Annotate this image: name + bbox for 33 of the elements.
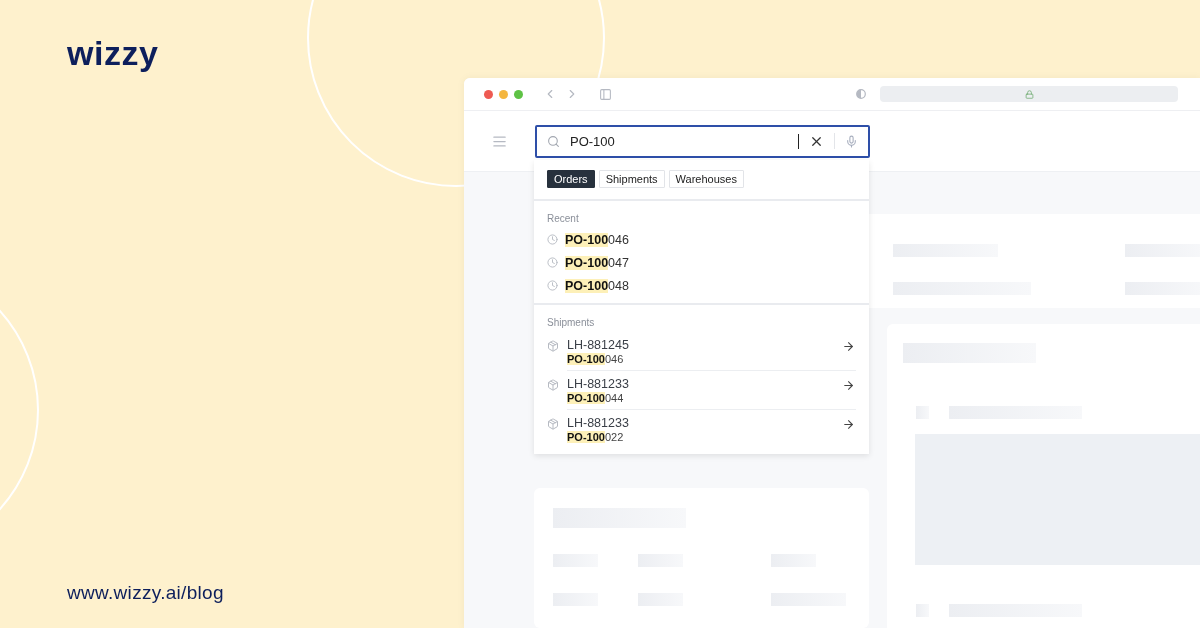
lock-icon [1024, 89, 1034, 99]
package-icon [547, 379, 559, 391]
order-number: PO-100046 [567, 353, 625, 365]
menu-icon[interactable] [492, 133, 507, 149]
search-value: PO-100 [570, 133, 799, 149]
shipment-id[interactable]: LH-881233 [567, 377, 835, 391]
sidebar-icon[interactable] [599, 87, 612, 101]
section-title: Shipments [547, 317, 596, 328]
arrow-right-icon[interactable] [842, 340, 855, 353]
order-number: PO-100022 [567, 431, 625, 443]
clock-icon [547, 257, 558, 268]
minimize-window-button[interactable] [499, 89, 508, 99]
clock-icon [547, 234, 558, 245]
arrow-right-icon[interactable] [842, 418, 855, 431]
order-number: PO-100044 [567, 392, 625, 404]
microphone-icon[interactable] [845, 134, 858, 148]
close-window-button[interactable] [484, 89, 493, 99]
search-field[interactable]: PO-100 [535, 124, 870, 158]
package-icon [547, 340, 559, 352]
maximize-window-button[interactable] [514, 89, 523, 99]
brand-logo: wizzy [67, 36, 159, 70]
shipment-id[interactable]: LH-881233 [567, 416, 835, 430]
package-icon [547, 418, 559, 430]
contrast-icon[interactable] [856, 89, 866, 99]
filter-chip[interactable]: Shipments [598, 170, 665, 188]
search-icon [547, 134, 560, 148]
filter-chip[interactable]: Orders [547, 170, 595, 188]
section-title: Recent [547, 213, 580, 224]
filter-chip[interactable]: Warehouses [668, 170, 744, 188]
clock-icon [547, 280, 558, 291]
arrow-right-icon[interactable] [842, 379, 855, 392]
shipment-id[interactable]: LH-881245 [567, 338, 835, 352]
blog-url: www.wizzy.ai/blog [67, 582, 224, 604]
